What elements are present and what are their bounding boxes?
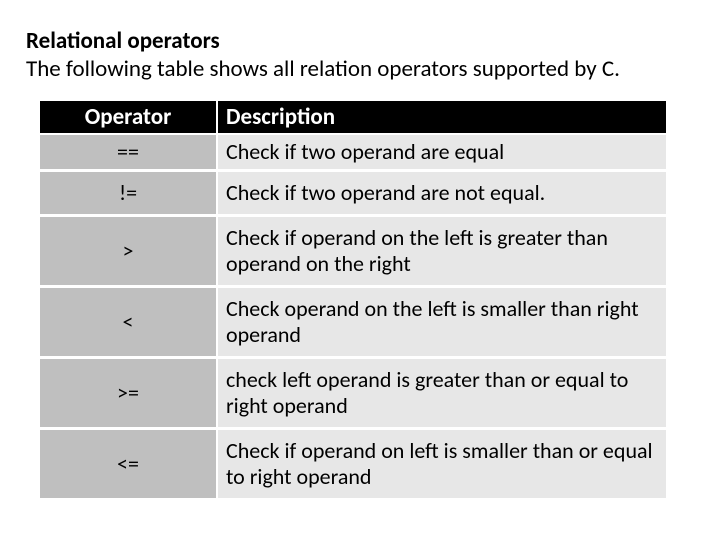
description-cell: Check if operand on the left is greater … bbox=[217, 216, 667, 287]
operator-cell: != bbox=[40, 171, 217, 216]
operator-cell: <= bbox=[40, 428, 217, 497]
operator-cell: < bbox=[40, 287, 217, 358]
operator-cell: > bbox=[40, 216, 217, 287]
table-row: <= Check if operand on left is smaller t… bbox=[40, 428, 667, 497]
table-row: >= check left operand is greater than or… bbox=[40, 357, 667, 428]
operator-cell: >= bbox=[40, 357, 217, 428]
table-row: > Check if operand on the left is greate… bbox=[40, 216, 667, 287]
table-header-operator: Operator bbox=[40, 101, 217, 134]
intro-text: The following table shows all relation o… bbox=[26, 56, 694, 84]
description-cell: Check if operand on left is smaller than… bbox=[217, 428, 667, 497]
table-row: != Check if two operand are not equal. bbox=[40, 171, 667, 216]
description-cell: Check if two operand are equal bbox=[217, 134, 667, 170]
table-row: < Check operand on the left is smaller t… bbox=[40, 287, 667, 358]
table-header-description: Description bbox=[217, 101, 667, 134]
page-title: Relational operators bbox=[26, 28, 694, 56]
table-row: == Check if two operand are equal bbox=[40, 134, 667, 170]
description-cell: check left operand is greater than or eq… bbox=[217, 357, 667, 428]
operator-cell: == bbox=[40, 134, 217, 170]
description-cell: Check if two operand are not equal. bbox=[217, 171, 667, 216]
operators-table: Operator Description == Check if two ope… bbox=[40, 101, 668, 498]
description-cell: Check operand on the left is smaller tha… bbox=[217, 287, 667, 358]
